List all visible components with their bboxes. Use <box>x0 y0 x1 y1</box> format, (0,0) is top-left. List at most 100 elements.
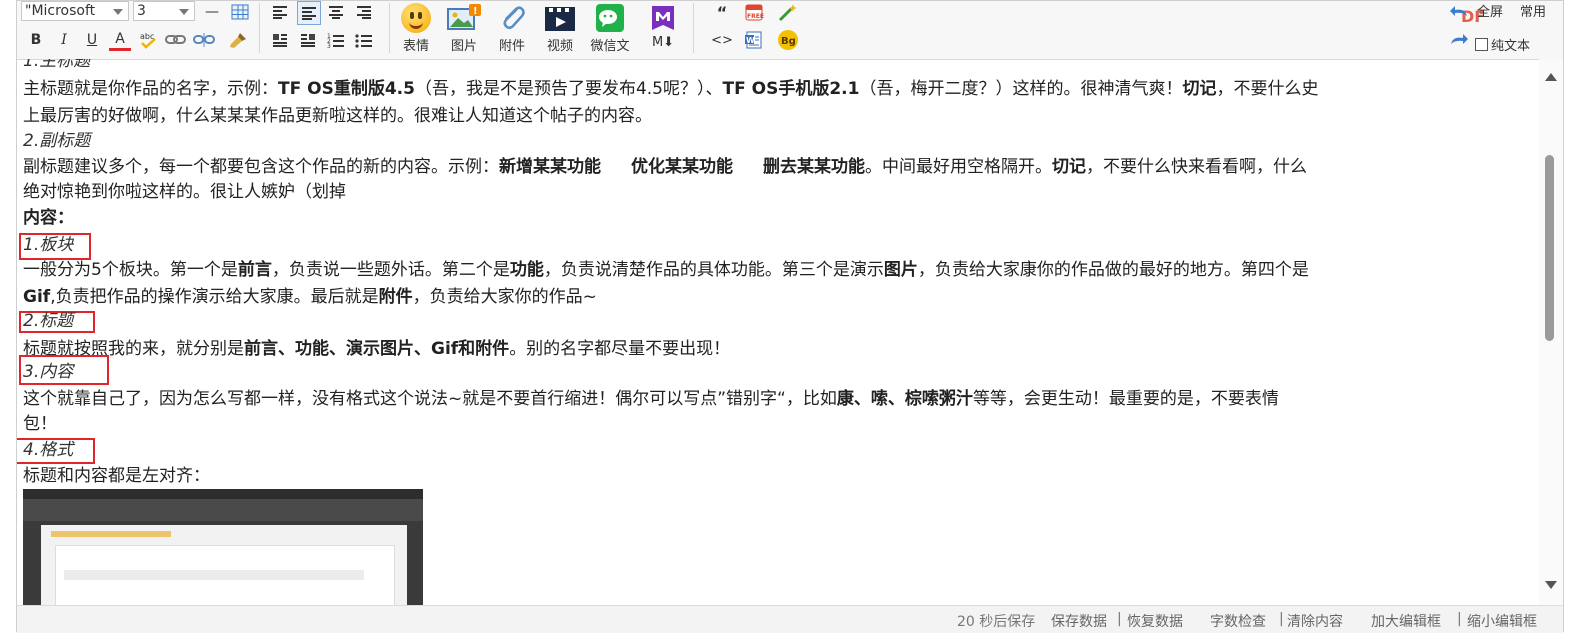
svg-text:Bg: Bg <box>781 36 796 47</box>
chevron-down-icon <box>179 9 189 15</box>
save-data-link[interactable]: 保存数据 <box>1051 611 1107 631</box>
unlink-button[interactable] <box>193 29 215 51</box>
clear-content-link[interactable]: 清除内容 <box>1287 611 1343 631</box>
image-button[interactable]: ! 图片 <box>441 1 487 57</box>
free-tag-icon: FREE <box>745 4 764 21</box>
emoji-button[interactable]: 表情 <box>393 1 439 57</box>
insert-doc-button[interactable]: W <box>743 29 765 51</box>
link-icon <box>165 35 186 44</box>
word-doc-icon: W <box>745 31 762 49</box>
table-icon <box>231 4 249 20</box>
free-content-button[interactable]: FREE <box>743 1 765 23</box>
float-right-icon <box>301 34 315 47</box>
heading-section-4: 4.格式 <box>23 440 74 460</box>
underline-button[interactable]: U <box>81 29 103 51</box>
hr-icon: — <box>205 4 219 20</box>
table-button[interactable] <box>229 1 251 23</box>
status-separator: | <box>1457 611 1462 627</box>
quote-button[interactable]: “ <box>711 1 733 23</box>
plain-text-checkbox[interactable] <box>1475 38 1488 51</box>
scroll-up-arrow-icon[interactable] <box>1545 73 1557 81</box>
align-left-icon <box>273 6 287 19</box>
ordered-list-icon: 123 <box>327 33 344 48</box>
quote-icon: “ <box>716 2 728 22</box>
word-count-link[interactable]: 字数检查 <box>1210 611 1266 631</box>
ordered-list-button[interactable]: 123 <box>325 29 347 51</box>
scroll-down-arrow-icon[interactable] <box>1545 581 1557 589</box>
shrink-editor-link[interactable]: 缩小编辑框 <box>1467 611 1537 631</box>
markdown-button[interactable]: M⬇ <box>643 1 683 57</box>
font-size-value: 3 <box>137 3 146 19</box>
smiley-icon <box>401 3 431 33</box>
heading-section-1: 1.板块 <box>23 235 74 255</box>
float-left-button[interactable] <box>269 29 291 51</box>
common-button[interactable]: 常用 <box>1520 1 1546 20</box>
spellcheck-button[interactable]: abc <box>137 29 159 51</box>
heading-content: 内容： <box>23 208 74 228</box>
video-label: 视频 <box>546 39 573 54</box>
svg-text:!: ! <box>473 6 478 17</box>
heading-section-2: 2.标题 <box>23 311 74 331</box>
video-button[interactable]: 视频 <box>537 1 583 57</box>
paragraph: 这个就靠自己了，因为怎么写都一样，没有格式这个说法~就是不要首行缩进！偶尔可以写… <box>23 389 1279 409</box>
magic-button[interactable] <box>777 1 799 23</box>
horizontal-rule-button[interactable]: — <box>201 1 223 23</box>
heading-section-3: 3.内容 <box>23 362 74 382</box>
attachment-label: 附件 <box>498 39 525 54</box>
chevron-down-icon <box>113 9 123 15</box>
attachment-button[interactable]: 附件 <box>489 1 535 57</box>
rich-text-editor: "Microsoft 3 — B I U A abc 1 2 3 表情 ! 图片… <box>16 0 1564 633</box>
embedded-screenshot-image[interactable] <box>23 489 423 605</box>
align-left-button[interactable] <box>269 1 291 23</box>
scrollbar-thumb[interactable] <box>1545 155 1554 341</box>
svg-text:FREE: FREE <box>747 13 764 20</box>
float-right-button[interactable] <box>297 29 319 51</box>
font-family-value: "Microsoft <box>25 3 96 19</box>
fullscreen-button[interactable]: 全屏 <box>1477 1 1503 20</box>
image-icon: ! <box>447 4 481 30</box>
video-clapper-icon <box>545 7 575 31</box>
italic-button[interactable]: I <box>53 29 75 51</box>
editor-toolbar: "Microsoft 3 — B I U A abc 1 2 3 表情 ! 图片… <box>17 1 1563 60</box>
clear-format-button[interactable] <box>227 29 249 51</box>
wechat-article-button[interactable]: 微信文 <box>585 1 635 57</box>
toolbar-separator <box>693 3 694 53</box>
paragraph: 上最厉害的好做啊，什么某某某作品更新啦这样的。很难让人知道这个帖子的内容。 <box>23 106 652 126</box>
bold-icon: B <box>30 32 42 48</box>
align-center-button[interactable] <box>325 1 347 23</box>
paragraph: Gif,负责把作品的操作演示给大家康。最后就是附件，负责给大家你的作品~ <box>23 287 597 307</box>
unordered-list-button[interactable] <box>353 29 375 51</box>
align-justify-icon <box>302 7 316 20</box>
bold-button[interactable]: B <box>25 29 47 51</box>
enlarge-editor-link[interactable]: 加大编辑框 <box>1371 611 1441 631</box>
align-justify-button[interactable] <box>297 1 321 25</box>
paragraph: 标题和内容都是左对齐： <box>23 466 210 486</box>
underline-icon: U <box>86 32 98 48</box>
editor-content-area[interactable]: 1.主标题 主标题就是你作品的名字，示例：TF OS重制版4.5（吾，我是不是预… <box>17 59 1539 605</box>
svg-text:W: W <box>746 36 755 45</box>
plain-text-toggle[interactable]: 纯文本 <box>1475 35 1530 54</box>
spellcheck-icon: abc <box>140 32 156 49</box>
bg-color-icon: Bg <box>778 30 798 50</box>
link-button[interactable] <box>165 29 187 51</box>
italic-icon: I <box>61 32 67 48</box>
markdown-icon <box>652 6 674 30</box>
paragraph: 绝对惊艳到你啦这样的。很让人嫉妒（划掉 <box>23 182 346 202</box>
restore-data-link[interactable]: 恢复数据 <box>1127 611 1183 631</box>
toolbar-separator <box>259 3 260 53</box>
font-family-select[interactable]: "Microsoft <box>21 1 129 21</box>
align-center-icon <box>329 6 343 19</box>
align-right-button[interactable] <box>353 1 375 23</box>
code-icon: <> <box>711 32 733 48</box>
toolbar-separator <box>389 3 390 53</box>
undo-icon[interactable] <box>1449 3 1469 22</box>
background-button[interactable]: Bg <box>777 29 799 51</box>
redo-icon[interactable] <box>1449 31 1469 50</box>
heading-main-title: 1.主标题 <box>23 59 91 71</box>
paragraph: 副标题建议多个，每一个都要包含这个作品的新的内容。示例：新增某某功能 优化某某功能… <box>23 157 1307 177</box>
code-button[interactable]: <> <box>711 29 733 51</box>
font-size-select[interactable]: 3 <box>133 1 195 21</box>
vertical-scrollbar[interactable] <box>1539 59 1563 605</box>
font-color-button[interactable]: A <box>109 29 131 51</box>
emoji-label: 表情 <box>402 39 429 54</box>
